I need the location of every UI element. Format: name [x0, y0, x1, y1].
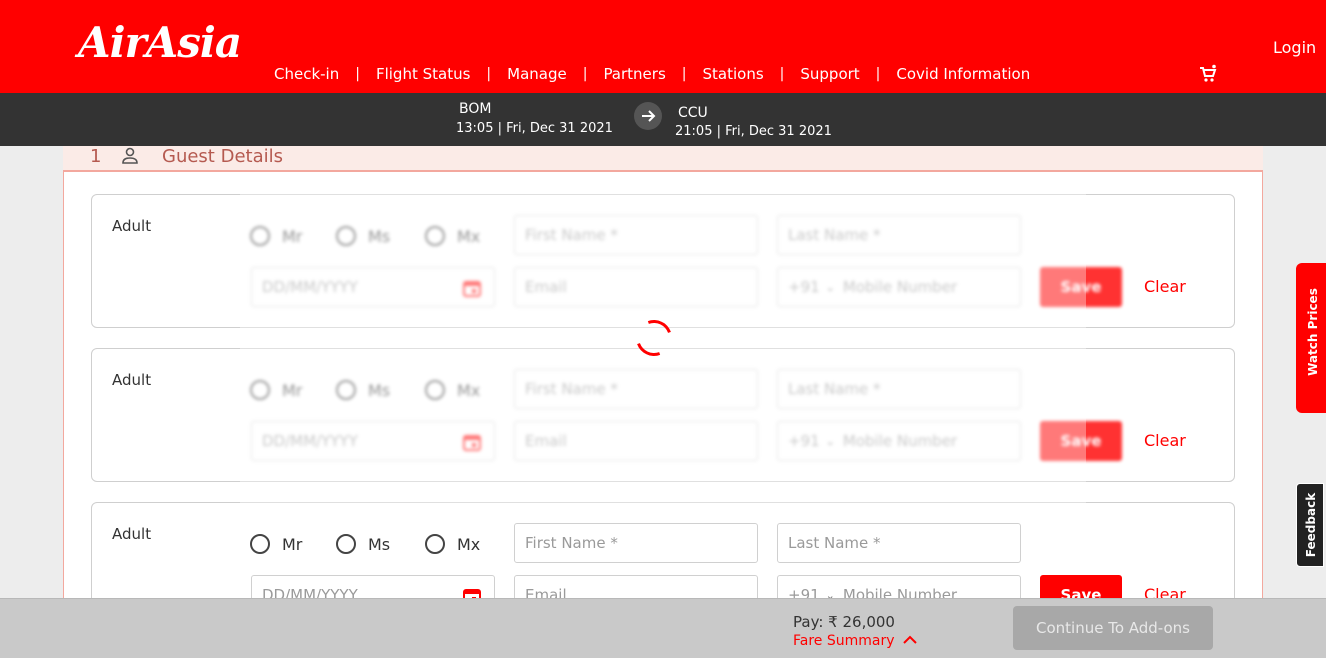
passenger-type: Adult — [112, 525, 152, 543]
arrival-time: 21:05 | Fri, Dec 31 2021 — [675, 124, 832, 139]
airasia-logo[interactable]: AirAsia — [78, 18, 242, 67]
watch-prices-tab[interactable]: Watch Prices — [1296, 263, 1326, 413]
clear-button[interactable]: Clear — [1144, 277, 1186, 296]
nav-manage[interactable]: Manage — [495, 65, 579, 83]
section-title: Guest Details — [162, 146, 283, 167]
chevron-up-icon — [902, 634, 917, 648]
nav-separator: | — [779, 66, 785, 82]
nav-covid-information[interactable]: Covid Information — [884, 65, 1042, 83]
fare-summary-label: Fare Summary — [793, 633, 895, 649]
passenger-type: Adult — [112, 371, 152, 389]
nav-separator: | — [486, 66, 492, 82]
title-radio-mx[interactable]: Mx — [425, 534, 480, 554]
cart-icon[interactable] — [1198, 64, 1218, 84]
feedback-label: Feedback — [1304, 492, 1318, 558]
footer-bar: Pay: ₹ 26,000 Fare Summary Continue To A… — [0, 598, 1326, 658]
continue-button[interactable]: Continue To Add-ons — [1013, 606, 1213, 650]
nav-separator: | — [875, 66, 881, 82]
origin-code: BOM — [459, 101, 492, 117]
clear-button[interactable]: Clear — [1144, 431, 1186, 450]
guest-details-header[interactable]: 1 Guest Details — [63, 146, 1263, 172]
first-name-field[interactable]: First Name * — [514, 523, 758, 563]
route-bar: BOM 13:05 | Fri, Dec 31 2021 CCU 21:05 |… — [0, 93, 1326, 146]
passenger-type: Adult — [112, 217, 152, 235]
nav-separator: | — [355, 66, 360, 82]
person-icon — [121, 147, 139, 165]
login-link[interactable]: Login — [1273, 38, 1316, 57]
nav-flight-status[interactable]: Flight Status — [364, 65, 482, 83]
title-radio-ms[interactable]: Ms — [336, 534, 390, 554]
total-pay: Pay: ₹ 26,000 — [793, 613, 895, 631]
nav-stations[interactable]: Stations — [691, 65, 776, 83]
top-header: AirAsia Check-in | Flight Status | Manag… — [0, 0, 1326, 93]
arrow-right-icon — [634, 102, 662, 130]
watch-prices-label: Watch Prices — [1306, 288, 1320, 376]
title-radio-mr[interactable]: Mr — [250, 534, 302, 554]
nav-support[interactable]: Support — [788, 65, 871, 83]
nav-separator: | — [681, 66, 687, 82]
feedback-tab[interactable]: Feedback — [1296, 483, 1324, 567]
section-number: 1 — [90, 146, 102, 167]
main-nav: Check-in | Flight Status | Manage | Part… — [262, 65, 1042, 83]
nav-partners[interactable]: Partners — [591, 65, 677, 83]
nav-check-in[interactable]: Check-in — [262, 65, 351, 83]
departure-time: 13:05 | Fri, Dec 31 2021 — [456, 121, 613, 136]
fare-summary-toggle[interactable]: Fare Summary — [793, 633, 917, 649]
nav-separator: | — [582, 66, 588, 82]
destination-code: CCU — [678, 105, 708, 121]
last-name-field[interactable]: Last Name * — [777, 523, 1021, 563]
